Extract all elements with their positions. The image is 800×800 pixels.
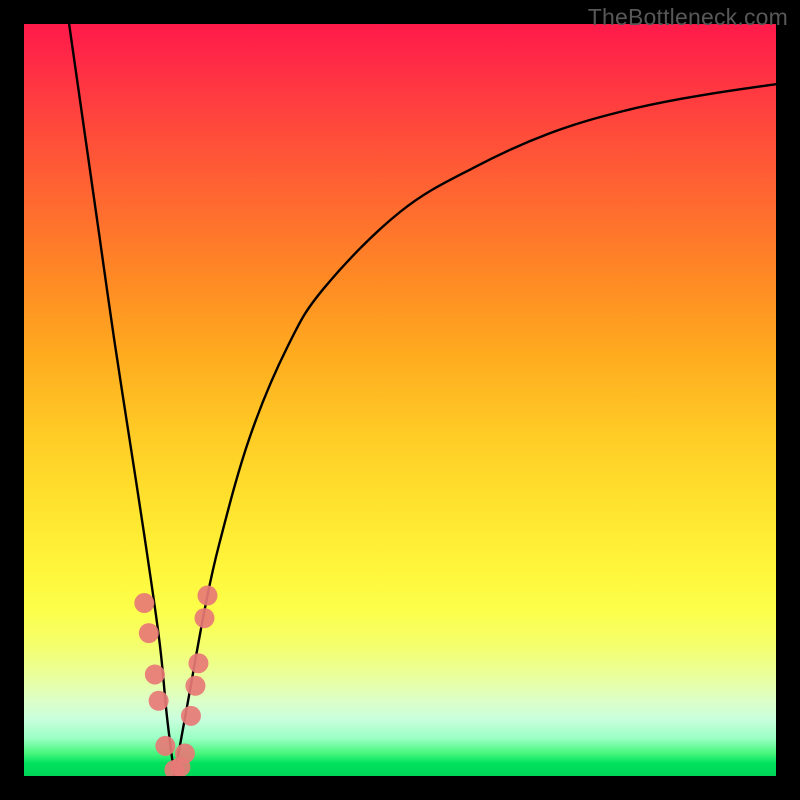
plot-area (24, 24, 776, 776)
curve-right-branch (174, 84, 776, 776)
dot (185, 676, 205, 696)
dot (197, 586, 217, 606)
curve-left-branch (69, 24, 174, 776)
dot (139, 623, 159, 643)
watermark-text: TheBottleneck.com (588, 4, 788, 31)
bottleneck-curve (69, 24, 776, 776)
chart-frame: TheBottleneck.com (0, 0, 800, 800)
dot (155, 736, 175, 756)
curve-layer (24, 24, 776, 776)
dot (188, 653, 208, 673)
highlight-dots (134, 586, 217, 776)
dot (149, 691, 169, 711)
dot (181, 706, 201, 726)
dot (175, 743, 195, 763)
dot (194, 608, 214, 628)
dot (145, 664, 165, 684)
dot (134, 593, 154, 613)
